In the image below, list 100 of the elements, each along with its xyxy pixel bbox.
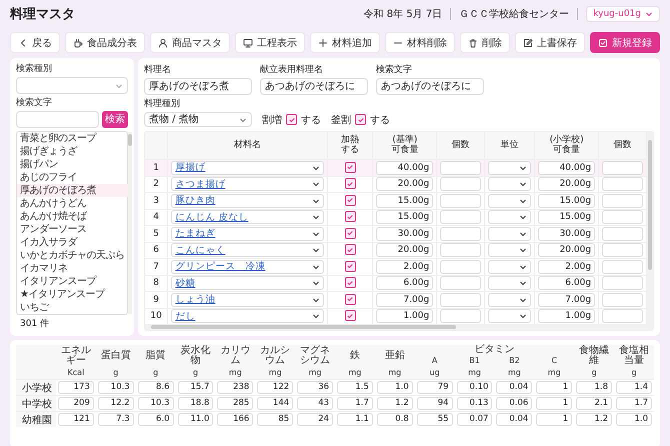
input-field[interactable] — [440, 194, 482, 208]
checkbox[interactable] — [344, 211, 356, 222]
value-field[interactable]: 1 — [536, 397, 572, 410]
value-field[interactable]: 2.1 — [576, 397, 612, 410]
unit-select[interactable] — [488, 226, 532, 241]
ingredient-select[interactable]: 豚ひき肉 — [171, 194, 324, 208]
input-field[interactable] — [440, 260, 482, 274]
input-field[interactable]: 2.00g — [376, 260, 434, 274]
input-field[interactable]: 20.00g — [376, 243, 434, 258]
input-field[interactable] — [440, 160, 482, 175]
toolbar-button[interactable]: 削除 — [460, 32, 510, 53]
ingredient-select[interactable]: さつま揚げ — [171, 177, 324, 192]
value-field[interactable]: 1.0 — [616, 413, 652, 426]
toolbar-button[interactable]: 材料削除 — [385, 32, 455, 53]
value-field[interactable]: 1.2 — [376, 397, 413, 410]
value-field[interactable]: 7.3 — [98, 413, 134, 426]
search-button[interactable]: 検索 — [102, 111, 128, 128]
value-field[interactable]: 1.4 — [616, 381, 652, 394]
dish-list-item[interactable]: イカ入サラダ — [17, 236, 128, 249]
ingredient-select[interactable]: グリンピース 冷凍 — [171, 260, 324, 274]
input-field[interactable]: 厚あげのそぼろ煮 — [144, 78, 252, 95]
input-field[interactable]: 1.00g — [376, 309, 434, 324]
toolbar-button[interactable]: 新規登録 — [590, 32, 660, 53]
value-field[interactable]: 1.5 — [337, 381, 373, 394]
input-field[interactable] — [602, 177, 643, 192]
checkbox[interactable] — [286, 114, 297, 125]
unit-select[interactable] — [488, 292, 532, 307]
dish-list-item[interactable]: 厚あげのそぼろ煮 — [17, 184, 128, 197]
unit-select[interactable] — [488, 194, 532, 208]
value-field[interactable]: 24 — [297, 413, 334, 426]
value-field[interactable]: 0.04 — [496, 381, 532, 394]
input-field[interactable]: 20.00g — [376, 177, 434, 192]
value-field[interactable]: 43 — [297, 397, 334, 410]
unit-select[interactable] — [488, 177, 532, 192]
toolbar-button[interactable]: 工程表示 — [235, 32, 305, 53]
toolbar-button[interactable]: 材料追加 — [310, 32, 380, 53]
value-field[interactable]: 0.8 — [376, 413, 413, 426]
value-field[interactable]: 0.07 — [456, 413, 492, 426]
value-field[interactable]: 285 — [217, 397, 254, 410]
value-field[interactable]: 85 — [257, 413, 294, 426]
unit-select[interactable] — [488, 210, 532, 224]
value-field[interactable]: 0.13 — [456, 397, 492, 410]
value-field[interactable]: 1.1 — [337, 413, 373, 426]
input-field[interactable]: 20.00g — [538, 243, 596, 258]
checkbox[interactable] — [344, 178, 356, 189]
ingredient-select[interactable]: にんじん 皮なし — [171, 210, 324, 224]
value-field[interactable]: 6.0 — [138, 413, 174, 426]
unit-select[interactable] — [488, 260, 532, 274]
search-field[interactable] — [16, 111, 99, 128]
search-type-select[interactable] — [16, 77, 128, 94]
value-field[interactable]: 1.2 — [576, 413, 612, 426]
scrollbar[interactable] — [128, 132, 132, 314]
unit-select[interactable] — [488, 309, 532, 324]
input-field[interactable] — [602, 194, 643, 208]
input-field[interactable]: 6.00g — [376, 276, 434, 290]
value-field[interactable]: 94 — [416, 397, 453, 410]
value-field[interactable]: 0.10 — [456, 381, 492, 394]
input-field[interactable] — [602, 292, 643, 307]
value-field[interactable]: 144 — [257, 397, 294, 410]
input-field[interactable]: 7.00g — [376, 292, 434, 307]
input-field[interactable]: 30.00g — [538, 226, 596, 241]
dish-list-item[interactable]: イカマリネ — [17, 262, 128, 275]
dish-list-item[interactable]: 青菜と卵のスープ — [17, 132, 128, 145]
checkbox[interactable] — [344, 162, 356, 172]
toolbar-button[interactable]: 戻る — [10, 32, 60, 53]
value-field[interactable]: 15.7 — [178, 381, 214, 394]
value-field[interactable]: 1.0 — [376, 381, 413, 394]
input-field[interactable]: 7.00g — [538, 292, 596, 307]
value-field[interactable]: 55 — [416, 413, 453, 426]
ingredient-select[interactable]: たまねぎ — [171, 226, 324, 241]
input-field[interactable]: 2.00g — [538, 260, 596, 274]
toolbar-button[interactable]: 商品マスタ — [150, 32, 230, 53]
scrollbar[interactable] — [647, 132, 653, 324]
dish-list-item[interactable]: 揚げパン — [17, 158, 128, 171]
ingredient-select[interactable]: こんにゃく — [171, 243, 324, 258]
input-field[interactable]: 40.00g — [376, 160, 434, 175]
ingredient-select[interactable]: 厚揚げ — [171, 160, 324, 175]
toolbar-button[interactable]: 食品成分表 — [65, 32, 145, 53]
user-menu[interactable]: kyug-u01g — [586, 6, 660, 22]
input-field[interactable] — [602, 309, 643, 324]
dish-list-item[interactable]: 揚げぎょうざ — [17, 145, 128, 158]
value-field[interactable]: 166 — [217, 413, 254, 426]
value-field[interactable]: 173 — [58, 381, 94, 394]
value-field[interactable]: 238 — [217, 381, 254, 394]
value-field[interactable]: 8.6 — [138, 381, 174, 394]
input-field[interactable]: 15.00g — [376, 194, 434, 208]
dish-list-item[interactable]: いちご — [17, 301, 128, 314]
value-field[interactable]: 0.04 — [496, 413, 532, 426]
ingredient-select[interactable]: だし — [171, 309, 324, 324]
value-field[interactable]: 122 — [257, 381, 294, 394]
value-field[interactable]: 121 — [58, 413, 94, 426]
dish-list-item[interactable]: いかとカボチャの天ぷら — [17, 249, 128, 262]
toolbar-button[interactable]: 上書保存 — [515, 32, 585, 53]
checkbox[interactable] — [355, 114, 366, 125]
value-field[interactable]: 1.7 — [337, 397, 373, 410]
input-field[interactable]: 30.00g — [376, 226, 434, 241]
input-field[interactable] — [602, 210, 643, 224]
ingredient-select[interactable]: 砂糖 — [171, 276, 324, 290]
input-field[interactable] — [440, 226, 482, 241]
input-field[interactable] — [440, 276, 482, 290]
